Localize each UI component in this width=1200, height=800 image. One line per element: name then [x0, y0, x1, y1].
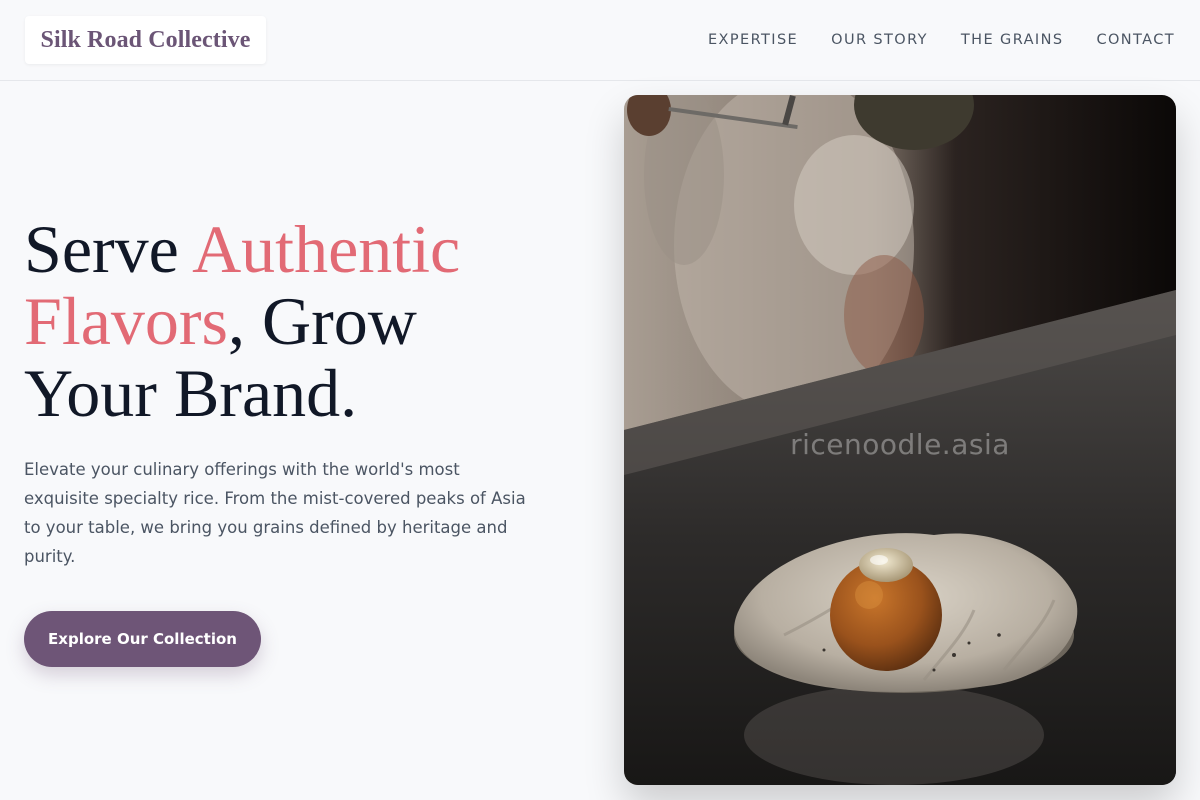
hero-title: Serve Authentic Flavors, Grow Your Brand… — [24, 213, 584, 429]
site-header: Silk Road Collective EXPERTISE OUR STORY… — [0, 0, 1200, 81]
hero-title-part2: , Grow — [228, 283, 417, 359]
brand-logo[interactable]: Silk Road Collective — [25, 16, 266, 64]
hero-title-part1: Serve — [24, 211, 193, 287]
nav-our-story[interactable]: OUR STORY — [831, 30, 928, 50]
explore-collection-button[interactable]: Explore Our Collection — [24, 611, 261, 667]
hero-description: Elevate your culinary offerings with the… — [24, 460, 526, 566]
hero-title-accent-1: Authentic — [192, 211, 461, 287]
nav-contact[interactable]: CONTACT — [1096, 30, 1175, 50]
hero-title-accent-2: Flavors — [24, 283, 228, 359]
hero-image: ricenoodle.asia — [624, 95, 1176, 785]
nav-expertise[interactable]: EXPERTISE — [708, 30, 798, 50]
main-nav: EXPERTISE OUR STORY THE GRAINS CONTACT — [675, 30, 1175, 50]
nav-the-grains[interactable]: THE GRAINS — [961, 30, 1064, 50]
image-watermark: ricenoodle.asia — [790, 428, 1010, 461]
hero-title-part3: Your Brand. — [24, 355, 358, 431]
